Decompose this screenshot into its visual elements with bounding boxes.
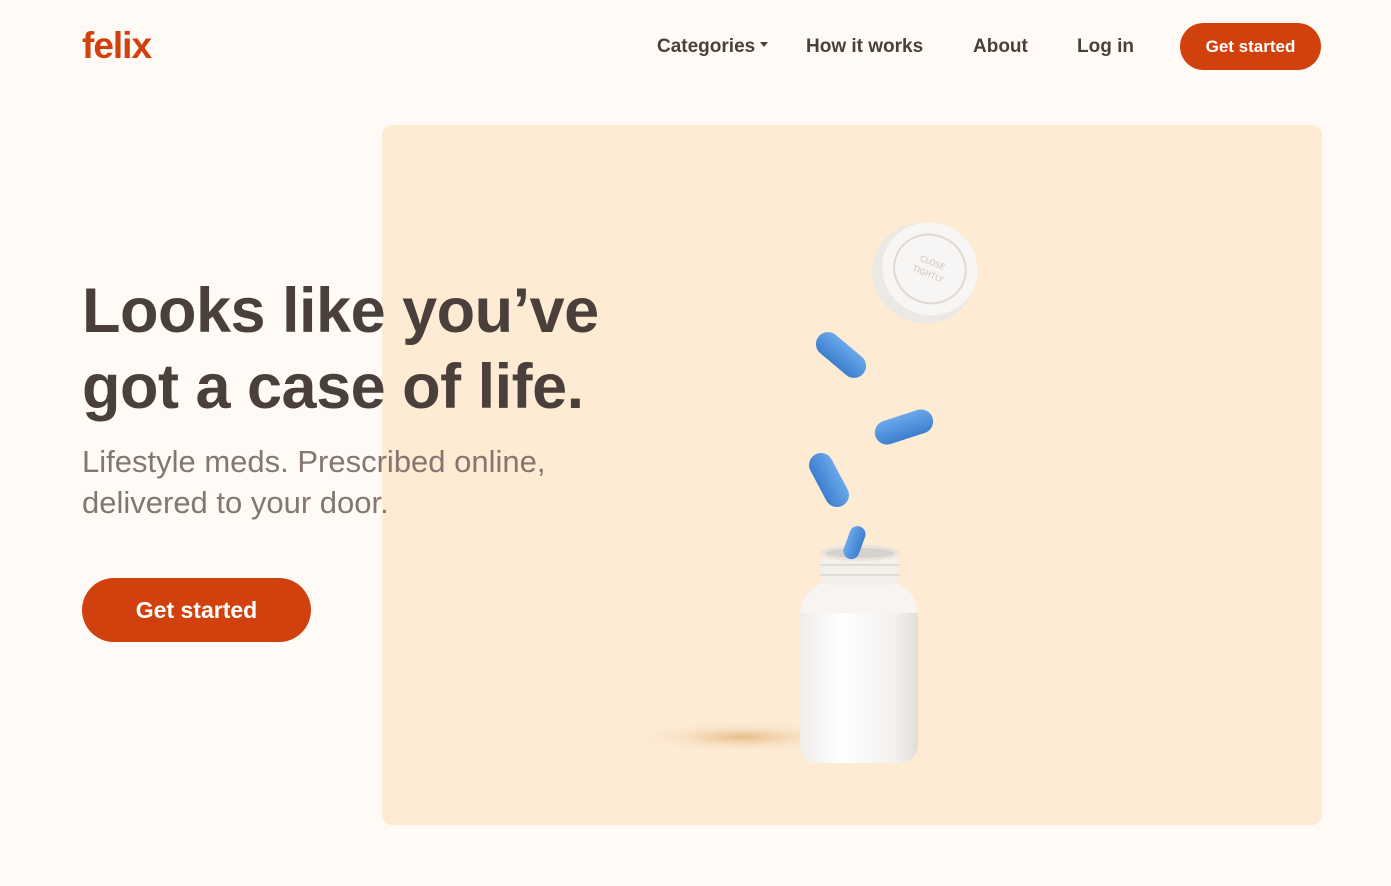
hero-subhead-line-2: delivered to your door. (82, 485, 389, 520)
hero-get-started-button[interactable]: Get started (82, 578, 311, 642)
hero-headline-line-2: got a case of life. (82, 352, 584, 422)
hero-subhead: Lifestyle meds. Prescribed online, deliv… (82, 441, 602, 523)
nav-categories-label: Categories (657, 36, 756, 57)
pill-bottle (800, 545, 918, 763)
nav-how-it-works[interactable]: How it works (806, 36, 923, 58)
landing-page: felix Categories How it works About Log … (0, 0, 1391, 886)
nav-categories[interactable]: Categories (657, 36, 769, 58)
bottle-cap: CLOSE TIGHTLY (872, 222, 978, 324)
header-get-started-button[interactable]: Get started (1180, 23, 1321, 70)
nav-log-in[interactable]: Log in (1077, 36, 1134, 58)
top-nav: Categories How it works About Log in Get… (0, 23, 1391, 71)
nav-about[interactable]: About (973, 36, 1028, 58)
floating-pills (809, 332, 934, 508)
caret-down-icon (760, 42, 769, 48)
hero-headline: Looks like you’ve got a case of life. (82, 273, 642, 425)
hero-subhead-line-1: Lifestyle meds. Prescribed online, (82, 444, 546, 479)
hero-headline-line-1: Looks like you’ve (82, 276, 599, 346)
